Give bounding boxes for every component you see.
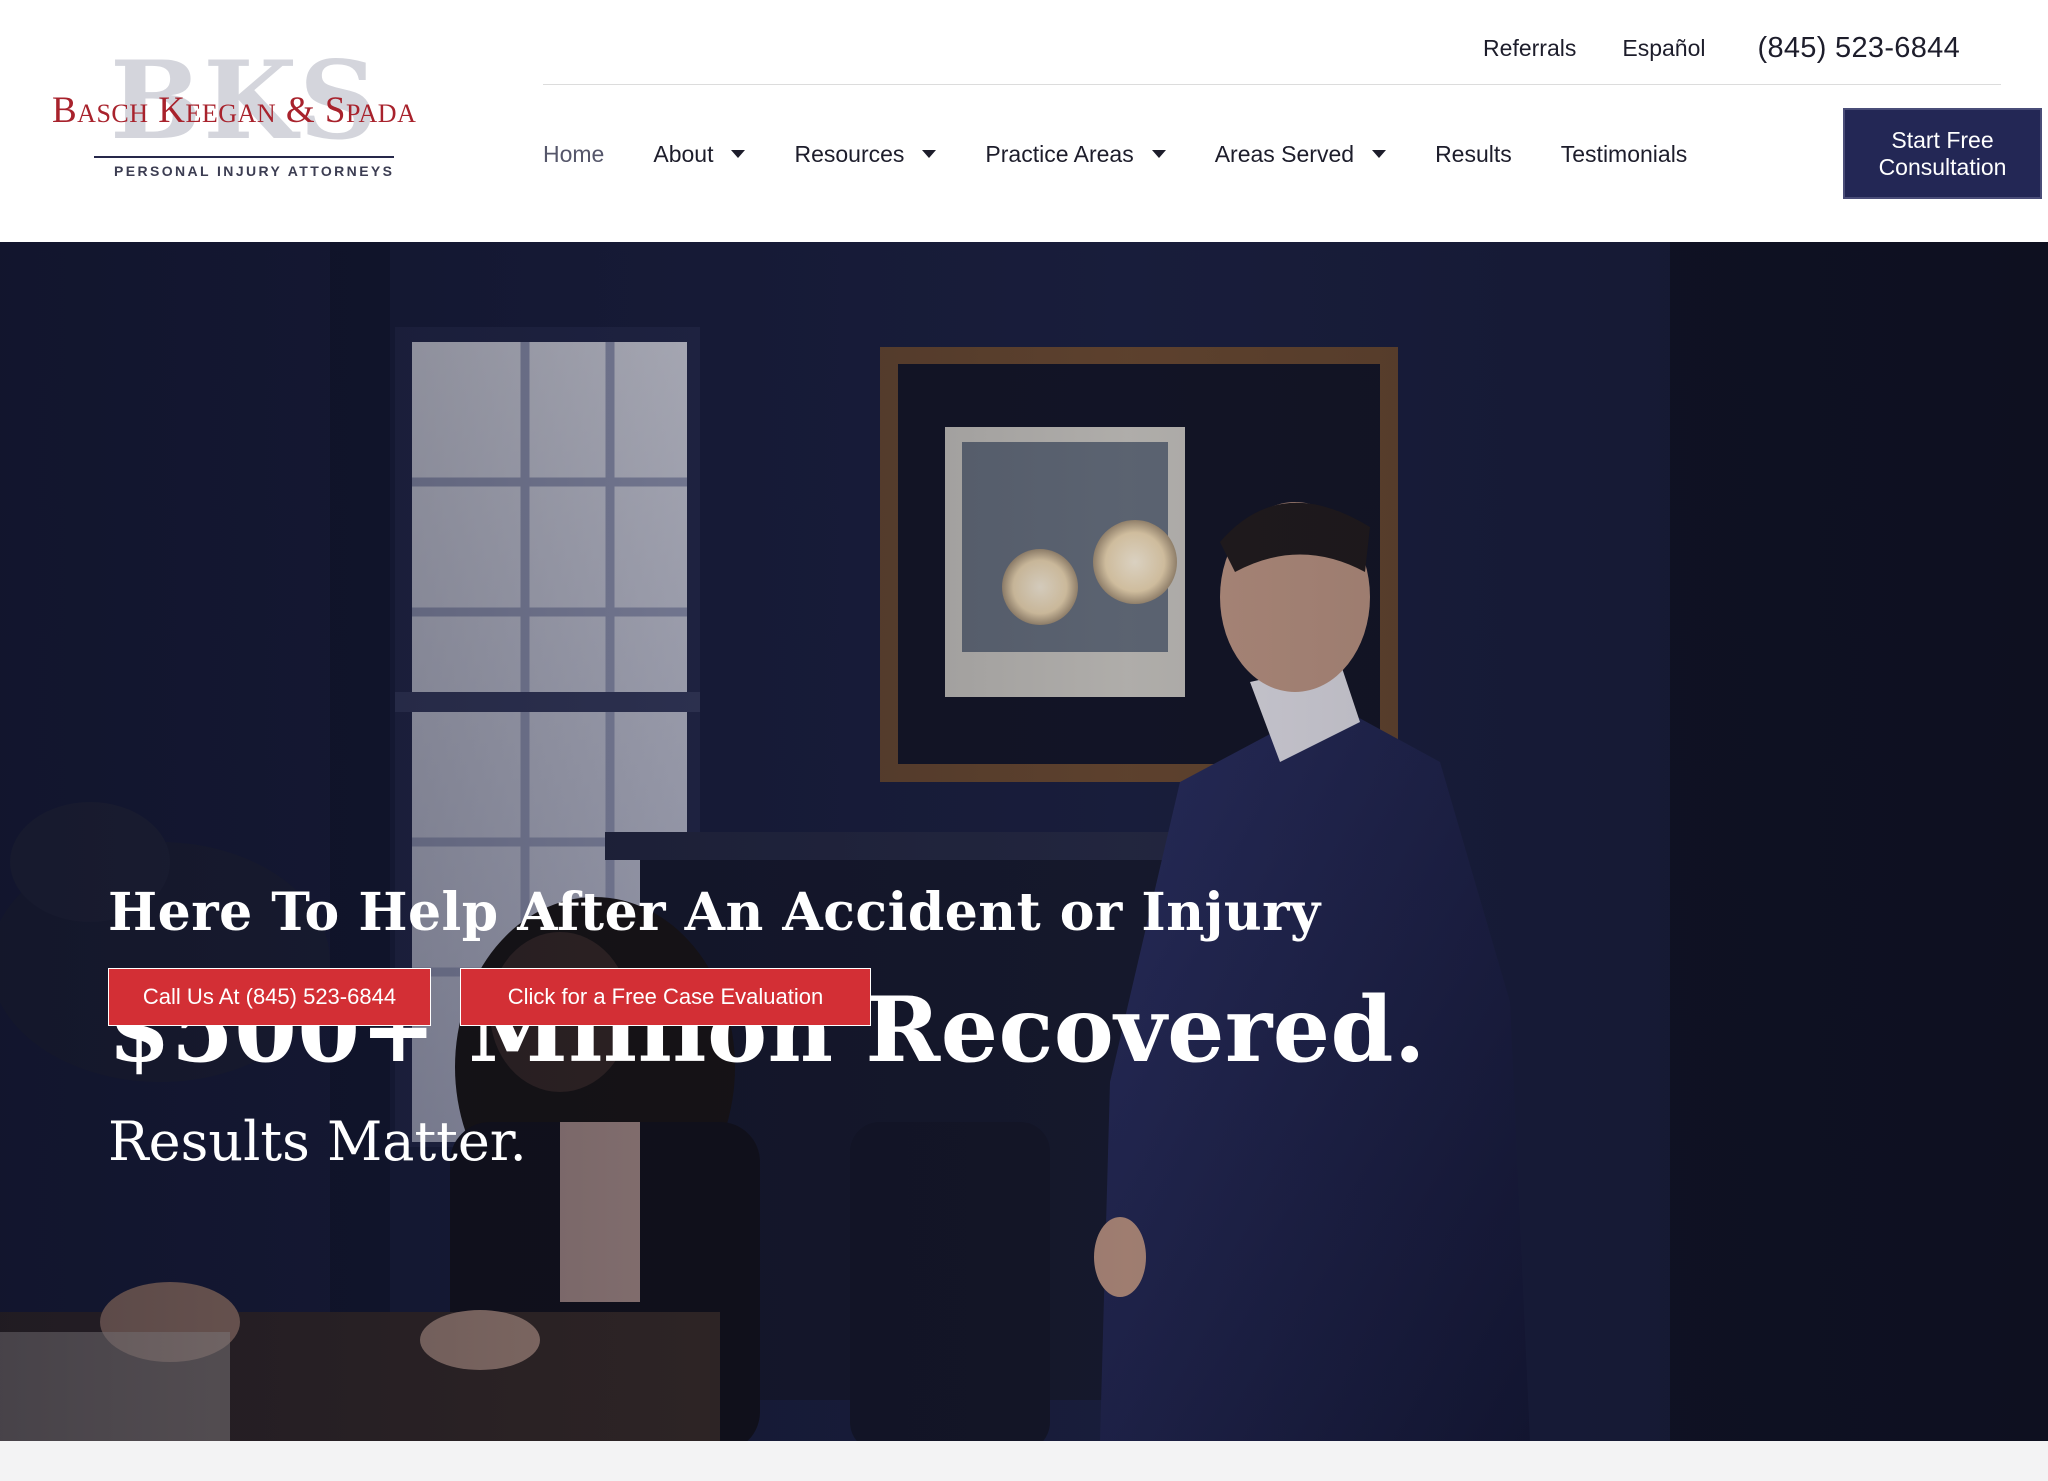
header-divider — [543, 84, 2001, 85]
espanol-link[interactable]: Español — [1622, 35, 1705, 62]
nav-about[interactable]: About — [653, 140, 746, 168]
nav-practice-areas-label: Practice Areas — [985, 140, 1134, 167]
caret-down-icon — [1372, 150, 1387, 158]
hero-overlay — [0, 242, 2048, 1441]
caret-down-icon — [731, 150, 746, 158]
site-logo[interactable]: BKS Basch Keegan & Spada PERSONAL INJURY… — [50, 47, 440, 185]
logo-firm-name: Basch Keegan & Spada — [52, 90, 417, 131]
caret-down-icon — [922, 150, 937, 158]
nav-resources[interactable]: Resources — [794, 140, 937, 168]
referrals-link[interactable]: Referrals — [1483, 35, 1576, 62]
hero-kicker: Here To Help After An Accident or Injury — [108, 882, 1321, 943]
logo-tagline: PERSONAL INJURY ATTORNEYS — [114, 163, 395, 179]
hero-subtitle: Results Matter. — [108, 1110, 527, 1173]
nav-testimonials[interactable]: Testimonials — [1561, 141, 1688, 168]
site-header: BKS Basch Keegan & Spada PERSONAL INJURY… — [0, 0, 2048, 242]
nav-areas-served-label: Areas Served — [1214, 140, 1355, 167]
nav-areas-served[interactable]: Areas Served — [1214, 140, 1387, 168]
main-nav: Home About Resources Practice Areas Area… — [543, 134, 1687, 174]
nav-resources-label: Resources — [794, 140, 905, 167]
nav-about-label: About — [653, 140, 714, 167]
hero-section: Here To Help After An Accident or Injury… — [0, 242, 2048, 1441]
nav-practice-areas[interactable]: Practice Areas — [985, 140, 1166, 168]
nav-results[interactable]: Results — [1435, 141, 1512, 168]
next-section-band — [0, 1441, 2048, 1481]
nav-testimonials-label: Testimonials — [1560, 140, 1688, 167]
call-us-button[interactable]: Call Us At (845) 523-6844 — [108, 968, 431, 1026]
free-case-evaluation-button[interactable]: Click for a Free Case Evaluation — [460, 968, 871, 1026]
nav-results-label: Results — [1435, 140, 1512, 167]
nav-home-label: Home — [543, 140, 605, 167]
nav-home[interactable]: Home — [543, 141, 604, 168]
caret-down-icon — [1151, 150, 1166, 158]
utility-bar: Referrals Español (845) 523-6844 — [1437, 32, 1960, 65]
start-free-consultation-button[interactable]: Start Free Consultation — [1843, 108, 2042, 199]
header-phone-link[interactable]: (845) 523-6844 — [1757, 32, 1960, 65]
logo-divider — [94, 156, 394, 158]
